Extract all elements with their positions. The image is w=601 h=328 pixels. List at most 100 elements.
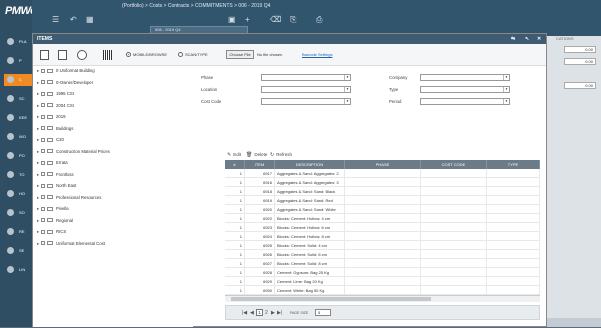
nav-icon: [7, 133, 14, 141]
tree-checkbox[interactable]: [41, 195, 45, 200]
add-icon[interactable]: +: [245, 15, 250, 25]
tree-item[interactable]: ▸ Frontloss: [37, 171, 74, 179]
page-size-select[interactable]: 5: [315, 309, 331, 316]
tree-item[interactable]: ▸ North East: [37, 182, 76, 190]
tree-checkbox[interactable]: [41, 68, 45, 73]
tree-checkbox[interactable]: [41, 114, 45, 119]
column-header[interactable]: DESCRIPTION: [275, 160, 345, 169]
tree-checkbox[interactable]: [41, 149, 45, 154]
table-row[interactable]: 1 6929 Cement: Lime: Bag 20 Kg: [225, 277, 540, 286]
scroll-thumb[interactable]: [231, 297, 431, 301]
table-row[interactable]: 1 6927 Blocks: Cement: Solid: 8 cm: [225, 259, 540, 268]
tree-item-label: Regional: [56, 217, 73, 223]
location-select[interactable]: ▼: [261, 86, 351, 93]
current-page[interactable]: 1: [256, 309, 263, 316]
tree-item[interactable]: ▸ Professional Resources: [37, 194, 101, 202]
table-row[interactable]: 1 6919 Aggregates & Sand: Sand: Red: [225, 196, 540, 205]
tree-item[interactable]: ▸ 1995 CSI: [37, 90, 74, 98]
table-row[interactable]: 1 6923 Blocks: Cement: Hollow: 6 cm: [225, 223, 540, 232]
period-label: Period: [389, 99, 402, 104]
expand-icon[interactable]: ↖: [525, 34, 529, 44]
refresh-button[interactable]: ↻ Refresh: [270, 150, 292, 160]
prev-page-icon[interactable]: ◀: [250, 310, 254, 316]
table-row[interactable]: 1 6924 Blocks: Cement: Hollow: 8 cm: [225, 232, 540, 241]
tree-checkbox[interactable]: [41, 126, 45, 131]
column-header[interactable]: PHASE: [345, 160, 421, 169]
table-cell: 6926: [245, 250, 275, 259]
column-header[interactable]: ITEM: [245, 160, 275, 169]
tree-item[interactable]: ▸ 0-Owner/Developer: [37, 79, 93, 87]
table-row[interactable]: 1 6917 Aggregates & Sand: Aggregates: 2: [225, 169, 540, 178]
tree-item[interactable]: ▸ 2019: [37, 113, 66, 121]
table-row[interactable]: 1 6920 Aggregates & Sand: Sand: White: [225, 205, 540, 214]
table-row[interactable]: 1 6926 Blocks: Cement: Solid: 6 cm: [225, 250, 540, 259]
export-icon[interactable]: [58, 50, 67, 60]
tree-item[interactable]: ▸ C20: [37, 136, 64, 144]
tree-item[interactable]: ▸ Uniformat Elemental Cost: [37, 240, 105, 248]
attach-icon[interactable]: ⎘: [290, 15, 296, 25]
cancel-icon[interactable]: [77, 50, 87, 60]
first-page-icon[interactable]: |◀: [242, 310, 247, 316]
tree-item[interactable]: ▸ Pivella: [37, 205, 69, 213]
folder-icon: [47, 241, 53, 246]
page-2-link[interactable]: 2: [265, 310, 268, 316]
save-icon[interactable]: [40, 50, 49, 60]
tree-checkbox[interactable]: [41, 241, 45, 246]
phase-select[interactable]: ▼: [261, 74, 351, 81]
table-row[interactable]: 1 6918 Aggregates & Sand: Sand: Black: [225, 187, 540, 196]
print-icon[interactable]: ⎙: [316, 15, 322, 25]
column-header[interactable]: #: [225, 160, 245, 169]
grid-view-icon[interactable]: ▦: [86, 15, 94, 25]
tree-item[interactable]: ▸ Construction Material Prices: [37, 148, 110, 156]
period-select[interactable]: ▼: [420, 98, 510, 105]
table-row[interactable]: 1 6925 Blocks: Cement: Solid: 4 cm: [225, 241, 540, 250]
horizontal-scrollbar[interactable]: [225, 295, 540, 302]
breadcrumb[interactable]: (Portfolio) > Costs > Contracts > COMMIT…: [122, 3, 270, 9]
edit-button[interactable]: ✎ Edit: [227, 150, 241, 160]
tree-checkbox[interactable]: [41, 80, 45, 85]
tree-checkbox[interactable]: [41, 206, 45, 211]
sidebar-item[interactable]: C: [4, 74, 32, 86]
tree-item[interactable]: ▸ Buildings: [37, 125, 73, 133]
tree-checkbox[interactable]: [41, 183, 45, 188]
tree-item[interactable]: ▸ 0 Uniformat Building: [37, 67, 95, 75]
list-icon[interactable]: ☰: [52, 15, 59, 25]
table-row[interactable]: 1 6916 Aggregates & Sand: Aggregates: 3: [225, 178, 540, 187]
tree-item[interactable]: ▸ Regional: [37, 217, 73, 225]
delete-button[interactable]: 🗑 Delete: [246, 150, 267, 160]
tree-checkbox[interactable]: [41, 160, 45, 165]
table-cell: [345, 205, 421, 214]
tree-checkbox[interactable]: [41, 137, 45, 142]
last-page-icon[interactable]: ▶|: [277, 310, 282, 316]
tree-checkbox[interactable]: [41, 172, 45, 177]
tree-checkbox[interactable]: [41, 218, 45, 223]
undo-icon[interactable]: ↶: [70, 15, 77, 25]
scan-type-radio[interactable]: [178, 52, 183, 57]
tree-checkbox[interactable]: [41, 103, 45, 108]
delete-icon[interactable]: ⌫: [270, 15, 281, 25]
tree-checkbox[interactable]: [41, 229, 45, 234]
company-select[interactable]: ▼: [420, 74, 510, 81]
cost-code-select[interactable]: ▼: [261, 98, 351, 105]
table-cell: [345, 223, 421, 232]
tree-item[interactable]: ▸ RICS: [37, 228, 66, 236]
column-header[interactable]: TYPE: [487, 160, 540, 169]
choose-file-button[interactable]: Choose File: [226, 50, 254, 59]
barcode-settings-link[interactable]: Barcode Settings: [302, 52, 332, 57]
table-row[interactable]: 1 6930 Cement: White: Bag 50 Kg: [225, 286, 540, 295]
type-select[interactable]: ▼: [420, 86, 510, 93]
tree-item[interactable]: ▸ Errata: [37, 159, 68, 167]
column-header[interactable]: COST CODE: [421, 160, 487, 169]
table-row[interactable]: 1 6928 Cement: Gypsum: Bag 25 Kg: [225, 268, 540, 277]
tree-item[interactable]: ▸ 2004 CSI: [37, 102, 74, 110]
tree-checkbox[interactable]: [41, 91, 45, 96]
mobile-browse-radio[interactable]: [126, 52, 131, 57]
table-cell: [421, 241, 487, 250]
location-label: Location: [201, 87, 218, 92]
swap-icon[interactable]: ⇆: [511, 34, 515, 44]
next-page-icon[interactable]: ▶: [271, 310, 275, 316]
close-icon[interactable]: ✕: [537, 34, 541, 44]
save-icon[interactable]: ▣: [228, 15, 236, 25]
table-row[interactable]: 1 6922 Blocks: Cement: Hollow: 4 cm: [225, 214, 540, 223]
barcode-icon[interactable]: [103, 50, 112, 60]
